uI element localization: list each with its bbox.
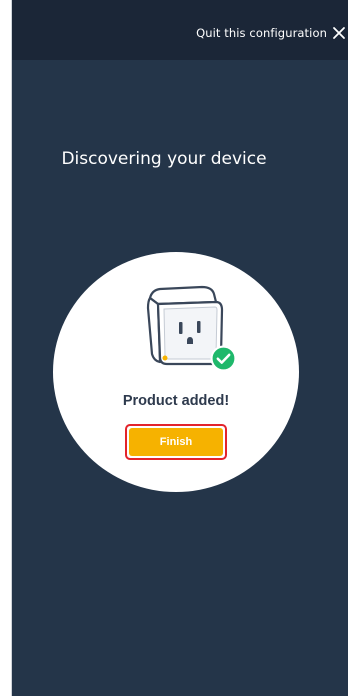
page-title: Discovering your device [61,149,267,169]
status-text: Product added! [122,393,230,409]
result-card: Product added! Finish [53,252,299,492]
finish-button-highlight: Finish [125,424,227,460]
finish-button[interactable]: Finish [129,428,223,456]
top-bar: Quit this configuration [12,0,348,60]
quit-configuration-button[interactable]: Quit this configuration [196,26,346,40]
check-circle-icon [210,345,237,372]
quit-configuration-label: Quit this configuration [196,26,327,40]
close-icon[interactable] [332,26,346,40]
